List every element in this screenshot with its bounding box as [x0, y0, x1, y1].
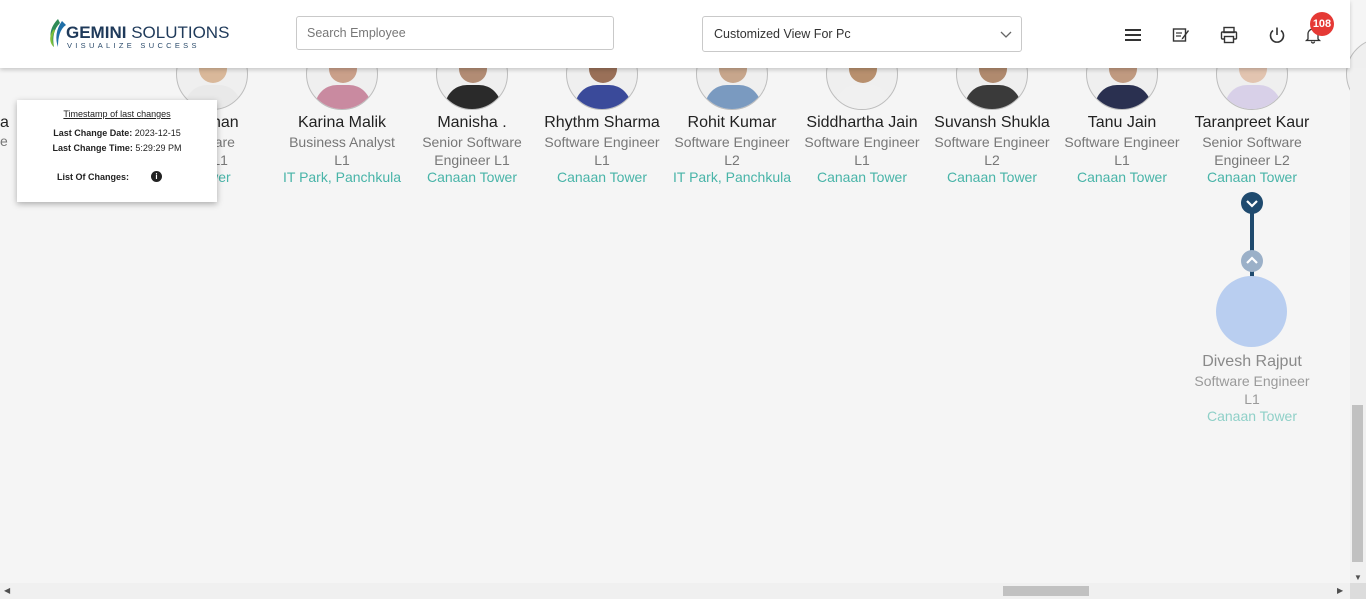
brand-name: GEMINI SOLUTIONS — [66, 23, 230, 42]
view-select-value: Customized View For Pc — [714, 27, 851, 41]
employee-location: IT Park, Panchkula — [282, 169, 402, 185]
employee-name[interactable]: Suvansh Shukla — [927, 114, 1057, 132]
chevron-down-icon — [1000, 31, 1012, 38]
list-of-changes-label: List Of Changes: — [57, 172, 130, 182]
employee-role: Software Engineer L1 — [1064, 134, 1180, 168]
brand-tagline: VISUALIZE SUCCESS — [67, 41, 200, 50]
employee-role: Senior Software Engineer L2 — [1202, 134, 1302, 168]
employee-location: Canaan Tower — [816, 169, 908, 185]
partial-employee-name: a — [0, 114, 9, 131]
partial-employee-role: e — [0, 133, 8, 149]
scroll-down-arrow-icon[interactable]: ▼ — [1354, 573, 1362, 582]
employee-role: Software Engineer L1 — [804, 134, 920, 168]
notification-count-badge[interactable]: 108 — [1310, 12, 1334, 36]
employee-name[interactable]: Siddhartha Jain — [797, 114, 927, 132]
vertical-scrollbar[interactable]: ▼ — [1350, 68, 1366, 583]
view-select[interactable]: Customized View For Pc — [702, 16, 1022, 52]
popup-title[interactable]: Timestamp of last changes — [17, 109, 217, 119]
employee-name[interactable]: Rhythm Sharma — [537, 114, 667, 132]
employee-name[interactable]: Tanu Jain — [1057, 114, 1187, 132]
child-employee-avatar[interactable] — [1216, 276, 1287, 347]
search-employee-input[interactable] — [296, 16, 614, 50]
last-changes-popup: Timestamp of last changes Last Change Da… — [17, 100, 217, 202]
expand-toggle-button[interactable] — [1241, 250, 1263, 272]
child-employee-role: Software Engineer L1 — [1194, 373, 1310, 407]
employee-name[interactable]: Manisha . — [407, 114, 537, 132]
last-change-time-row: Last Change Time: 5:29:29 PM — [52, 143, 182, 153]
scroll-left-arrow-icon[interactable]: ◀ — [4, 586, 10, 595]
vertical-scrollbar-thumb[interactable] — [1352, 405, 1363, 562]
employee-location: Canaan Tower — [1206, 169, 1298, 185]
print-icon[interactable] — [1220, 26, 1238, 44]
employee-name[interactable]: Taranpreet Kaur — [1187, 114, 1317, 132]
employee-location: Canaan Tower — [556, 169, 648, 185]
last-change-date-row: Last Change Date: 2023-12-15 — [53, 128, 181, 138]
employee-role: Senior Software Engineer L1 — [422, 134, 522, 168]
employee-name[interactable]: Rohit Kumar — [667, 114, 797, 132]
scroll-right-arrow-icon[interactable]: ▶ — [1337, 586, 1343, 595]
child-employee-name[interactable]: Divesh Rajput — [1187, 353, 1317, 371]
employee-location: Canaan Tower — [946, 169, 1038, 185]
scrollbar-corner — [1350, 583, 1366, 599]
employee-location: Canaan Tower — [1076, 169, 1168, 185]
info-icon[interactable]: i — [151, 171, 162, 182]
top-header: GEMINI SOLUTIONS VISUALIZE SUCCESS Custo… — [0, 0, 1350, 68]
employee-role: Business Analyst L1 — [289, 134, 395, 168]
horizontal-scrollbar[interactable]: ◀ ▶ — [0, 583, 1350, 599]
menu-icon[interactable] — [1124, 26, 1142, 44]
child-employee-location: Canaan Tower — [1206, 408, 1298, 424]
employee-role: Software Engineer L1 — [544, 134, 660, 168]
horizontal-scrollbar-thumb[interactable] — [1003, 586, 1089, 596]
employee-name[interactable]: Karina Malik — [277, 114, 407, 132]
employee-role: Software Engineer L2 — [934, 134, 1050, 168]
company-logo[interactable]: GEMINI SOLUTIONS VISUALIZE SUCCESS — [46, 17, 229, 51]
employee-location: IT Park, Panchkula — [672, 169, 792, 185]
collapse-toggle-button[interactable] — [1241, 192, 1263, 214]
edit-note-icon[interactable] — [1172, 26, 1190, 44]
employee-location: Canaan Tower — [426, 169, 518, 185]
leaf-logo-icon — [50, 19, 66, 47]
power-icon[interactable] — [1268, 26, 1286, 44]
employee-role: Software Engineer L2 — [674, 134, 790, 168]
